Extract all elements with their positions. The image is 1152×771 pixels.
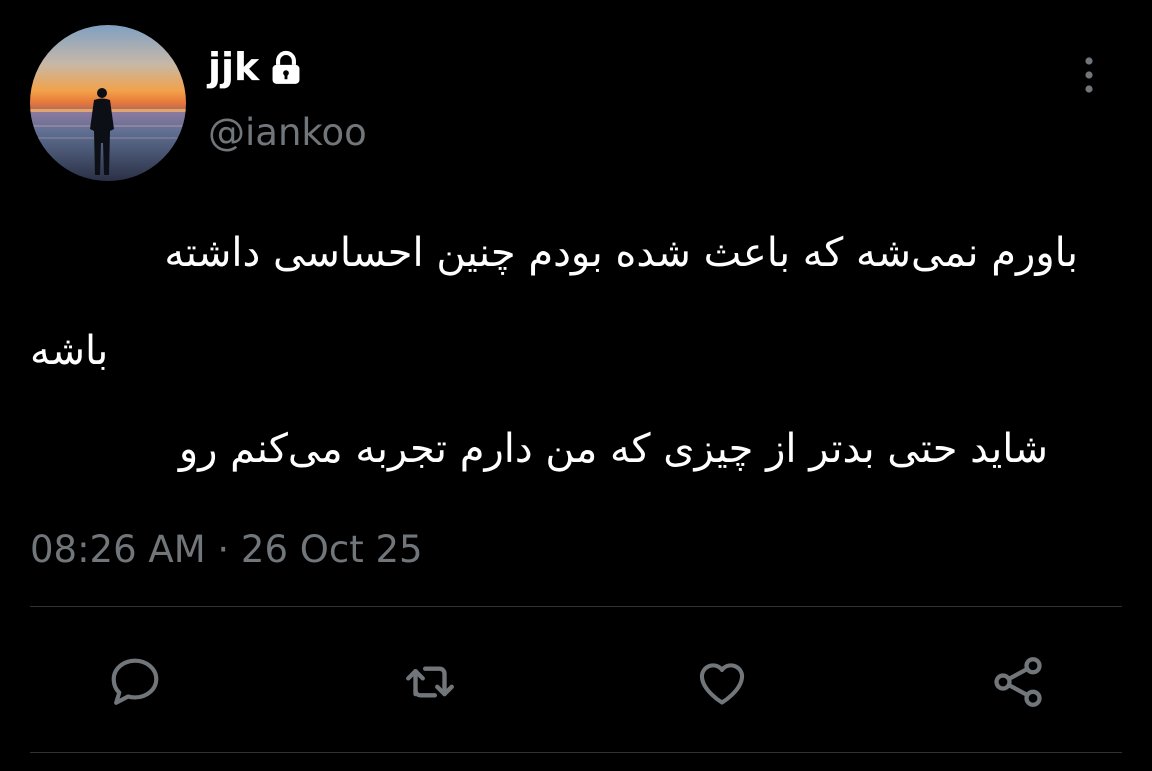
retweet-icon [406, 666, 454, 698]
share-icon [994, 657, 1042, 707]
user-handle[interactable]: @iankoo [208, 108, 367, 158]
avatar[interactable] [30, 25, 186, 181]
tweet-text-line: باورم نمی‌شه که باعث شده بودم چنین احساس… [164, 230, 1078, 276]
tweet-timestamp[interactable]: 08:26 AM · 26 Oct 25 [30, 526, 423, 574]
more-options-button[interactable] [1070, 52, 1108, 98]
tweet-text: باورم نمی‌شه که باعث شده بودم چنین احساس… [30, 204, 1078, 498]
more-vertical-icon [1085, 57, 1093, 93]
lock-icon [272, 50, 300, 84]
reply-icon [111, 658, 159, 705]
tweet-text-line: باشه [30, 328, 109, 374]
display-name[interactable]: jjk [208, 42, 259, 92]
tweet-text-line: شاید حتی بدتر از چیزی که من دارم تجربه م… [178, 426, 1048, 472]
divider [30, 752, 1122, 753]
heart-icon [699, 663, 745, 705]
like-button[interactable] [690, 650, 754, 714]
share-button[interactable] [986, 650, 1050, 714]
avatar-image [30, 25, 186, 181]
profile-name-row[interactable]: jjk [208, 42, 305, 92]
reply-button[interactable] [103, 650, 167, 714]
retweet-button[interactable] [398, 650, 462, 714]
tweet-text-line-wrap: باشه [30, 302, 1078, 400]
divider [30, 606, 1122, 607]
